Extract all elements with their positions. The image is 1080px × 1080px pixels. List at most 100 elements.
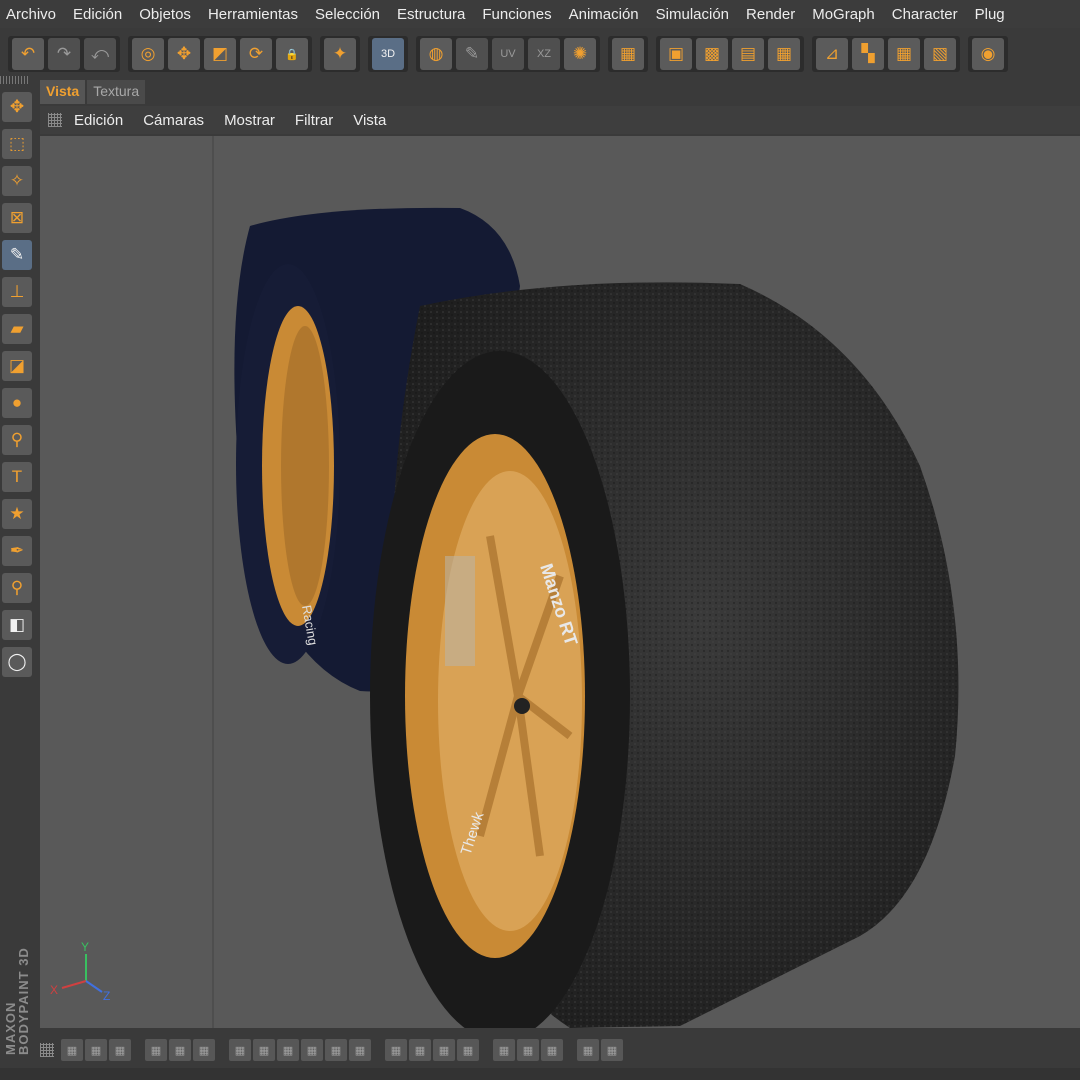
bottom-tool-button[interactable]: ▦	[193, 1039, 215, 1061]
star-tool[interactable]: ★	[2, 499, 32, 529]
menu-simulaci-n[interactable]: Simulación	[649, 6, 739, 23]
magnifier-pen-tool[interactable]: ⚲	[2, 573, 32, 603]
checker-button[interactable]: ▦	[768, 38, 800, 70]
select-button[interactable]: ◎	[132, 38, 164, 70]
wheel-button[interactable]: ✺	[564, 38, 596, 70]
checker-arrow-button[interactable]: ▤	[732, 38, 764, 70]
bottom-tool-button[interactable]: ▦	[493, 1039, 515, 1061]
3d-viewport[interactable]: Racing Manzo RT Thewk Y X Z	[40, 136, 1080, 1028]
clapper-button[interactable]: ▦	[612, 38, 644, 70]
bottom-tool-button[interactable]: ▦	[229, 1039, 251, 1061]
zoom-tool[interactable]: ⚲	[2, 425, 32, 455]
history-icon: ⤺	[90, 44, 110, 63]
history-button[interactable]: ⤺	[84, 38, 116, 70]
paint-sparkle-icon: ✦	[332, 44, 348, 63]
view-menu-vista[interactable]: Vista	[353, 112, 386, 129]
color-swatch-tool[interactable]: ◧	[2, 610, 32, 640]
menu-render[interactable]: Render	[739, 6, 805, 23]
bottom-tool-button[interactable]: ▦	[169, 1039, 191, 1061]
bottom-tool-button[interactable]: ▦	[85, 1039, 107, 1061]
axis-y-label: Y	[81, 940, 89, 954]
redo-button[interactable]: ↷	[48, 38, 80, 70]
render-view-button[interactable]: ◉	[972, 38, 1004, 70]
drop-icon: ●	[11, 393, 23, 412]
toolbar-grip[interactable]	[0, 76, 30, 84]
bottom-tool-button[interactable]: ▦	[253, 1039, 275, 1061]
view-menu-filtrar[interactable]: Filtrar	[295, 112, 333, 129]
view-menu-camaras[interactable]: Cámaras	[143, 112, 204, 129]
pipette-tool[interactable]: ✒	[2, 536, 32, 566]
bottom-tool-button[interactable]: ▦	[349, 1039, 371, 1061]
bottom-tool-button[interactable]: ▦	[325, 1039, 347, 1061]
paint-3d-button[interactable]: 3D	[372, 38, 404, 70]
viewport-menu-bar: Edición Cámaras Mostrar Filtrar Vista	[40, 106, 1080, 134]
view-menu-mostrar[interactable]: Mostrar	[224, 112, 275, 129]
bottom-tool-button[interactable]: ▦	[541, 1039, 563, 1061]
bottom-tool-icon: ▦	[582, 1044, 594, 1057]
menu-estructura[interactable]: Estructura	[390, 6, 475, 23]
bottom-tool-button[interactable]: ▦	[577, 1039, 599, 1061]
bottom-tool-button[interactable]: ▦	[433, 1039, 455, 1061]
menu-animaci-n[interactable]: Animación	[562, 6, 649, 23]
bottom-tool-button[interactable]: ▦	[61, 1039, 83, 1061]
text-tool[interactable]: T	[2, 462, 32, 492]
paint-sparkle-button[interactable]: ✦	[324, 38, 356, 70]
menu-herramientas[interactable]: Herramientas	[201, 6, 308, 23]
front-tire[interactable]: Manzo RT Thewk	[370, 282, 959, 1028]
viewport-grip-icon[interactable]	[48, 113, 62, 127]
move-tool-tool[interactable]: ✥	[2, 92, 32, 122]
transform-tool[interactable]: ⊠	[2, 203, 32, 233]
move-tool-icon: ✥	[9, 97, 25, 116]
menu-selecci-n[interactable]: Selección	[308, 6, 390, 23]
bottom-tool-button[interactable]: ▦	[517, 1039, 539, 1061]
texture-sphere-button[interactable]: ◍	[420, 38, 452, 70]
bottom-tool-button[interactable]: ▦	[109, 1039, 131, 1061]
tab-vista[interactable]: Vista	[40, 80, 86, 104]
menu-archivo[interactable]: Archivo	[0, 6, 66, 23]
rotate-button[interactable]: ⟳	[240, 38, 272, 70]
axis-icon: ⊿	[824, 44, 840, 63]
rect-select-tool[interactable]: ⬚	[2, 129, 32, 159]
grid-plus-button[interactable]: ▧	[924, 38, 956, 70]
quad-view-button[interactable]: ▚	[852, 38, 884, 70]
bottom-grip-icon[interactable]	[40, 1043, 54, 1057]
bottom-tool-button[interactable]: ▦	[409, 1039, 431, 1061]
bottom-group-5: ▦ ▦	[576, 1039, 624, 1061]
view-menu-edicion[interactable]: Edición	[74, 112, 123, 129]
menu-objetos[interactable]: Objetos	[132, 6, 201, 23]
brush-tool[interactable]: ✎	[2, 240, 32, 270]
bottom-tool-button[interactable]: ▦	[277, 1039, 299, 1061]
undo-button[interactable]: ↶	[12, 38, 44, 70]
bottom-tool-button[interactable]: ▦	[385, 1039, 407, 1061]
menu-edici-n[interactable]: Edición	[66, 6, 132, 23]
grid-view-button[interactable]: ▦	[888, 38, 920, 70]
menu-mograph[interactable]: MoGraph	[805, 6, 885, 23]
menu-plug[interactable]: Plug	[968, 6, 1015, 23]
lock-button[interactable]: 🔒	[276, 38, 308, 70]
stamp-tool[interactable]: ⊥	[2, 277, 32, 307]
bottom-tool-button[interactable]: ▦	[601, 1039, 623, 1061]
bottom-tool-icon: ▦	[462, 1044, 474, 1057]
pipette-icon: ✒	[9, 541, 25, 560]
bottom-tool-button[interactable]: ▦	[457, 1039, 479, 1061]
checker-layer-button[interactable]: ▣	[660, 38, 692, 70]
xz-button[interactable]: XZ	[528, 38, 560, 70]
uv-button[interactable]: UV	[492, 38, 524, 70]
scale-button[interactable]: ◩	[204, 38, 236, 70]
paint-off-button[interactable]: ✎	[456, 38, 488, 70]
tab-textura[interactable]: Textura	[87, 80, 146, 104]
clapper-icon: ▦	[619, 44, 637, 63]
menu-character[interactable]: Character	[885, 6, 968, 23]
maxon-bodypaint-branding: MAXON BODYPAINT 3D	[3, 947, 31, 1055]
menu-funciones[interactable]: Funciones	[475, 6, 561, 23]
circle-tool[interactable]: ◯	[2, 647, 32, 677]
bottom-tool-button[interactable]: ▦	[301, 1039, 323, 1061]
move-button[interactable]: ✥	[168, 38, 200, 70]
gradient-tool[interactable]: ◪	[2, 351, 32, 381]
drop-tool[interactable]: ●	[2, 388, 32, 418]
eraser-tool[interactable]: ▰	[2, 314, 32, 344]
magic-wand-tool[interactable]: ✧	[2, 166, 32, 196]
axis-button[interactable]: ⊿	[816, 38, 848, 70]
checker-grid-button[interactable]: ▩	[696, 38, 728, 70]
bottom-tool-button[interactable]: ▦	[145, 1039, 167, 1061]
